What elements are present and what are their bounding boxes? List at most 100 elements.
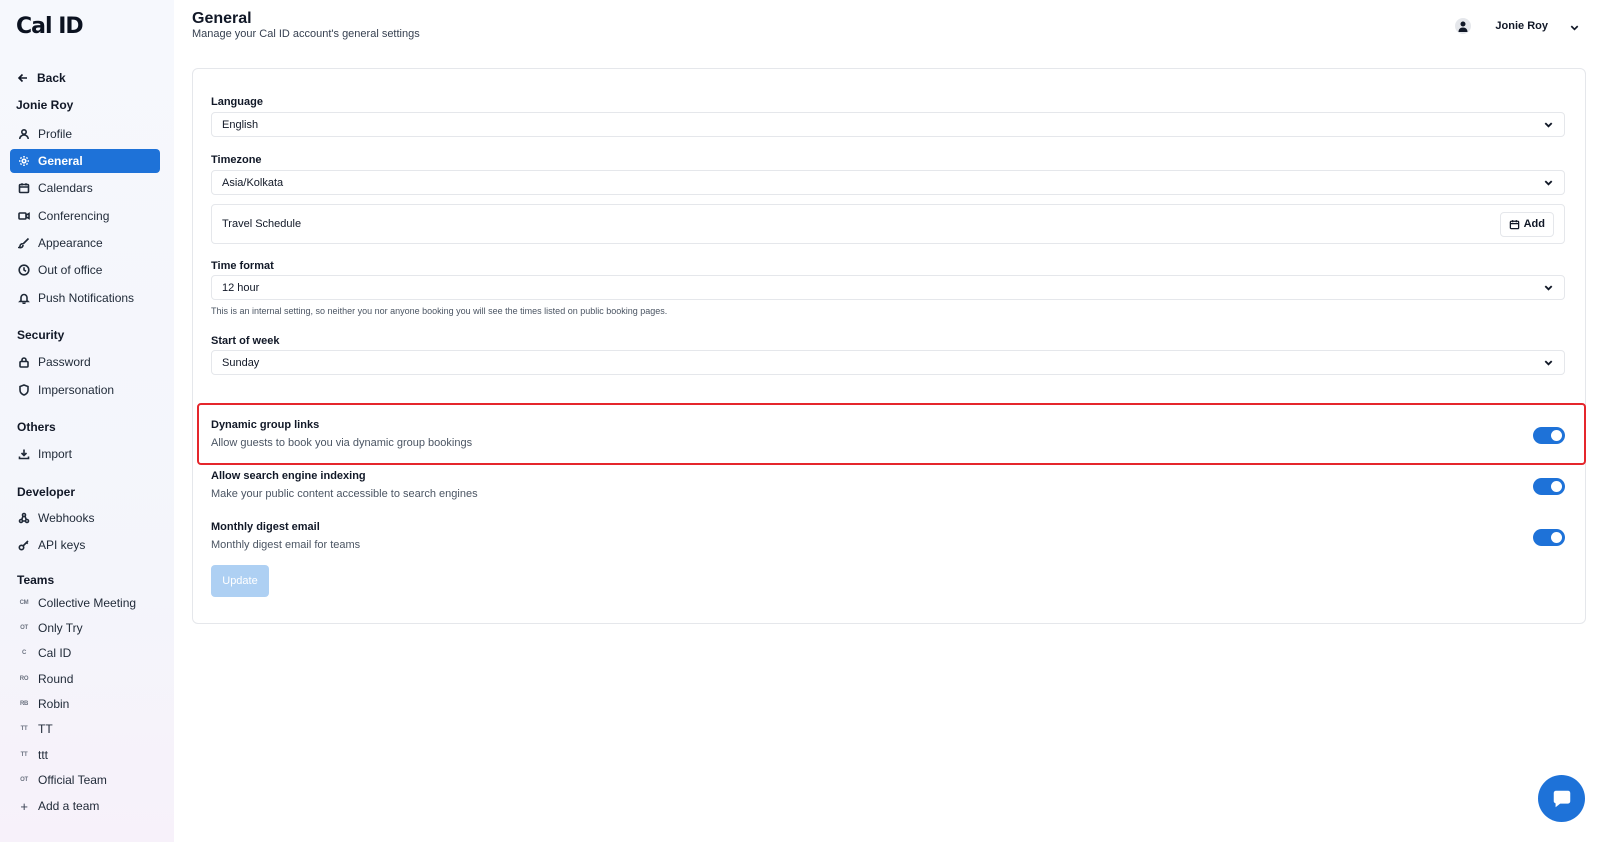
sidebar-team-ttt[interactable]: TT ttt: [10, 744, 160, 766]
chevron-down-icon: [1544, 360, 1553, 366]
sidebar-team-collective-meeting[interactable]: CM Collective Meeting: [10, 592, 160, 614]
toggle-description: Make your public content accessible to s…: [211, 488, 478, 500]
team-label: Only Try: [38, 621, 83, 635]
timezone-select[interactable]: Asia/Kolkata: [211, 170, 1565, 195]
team-badge: RO: [19, 676, 29, 682]
sidebar-item-label: Webhooks: [38, 511, 95, 525]
toggle-title: Allow search engine indexing: [211, 470, 366, 482]
chat-icon: [1553, 790, 1570, 807]
add-travel-schedule-button[interactable]: Add: [1499, 211, 1554, 237]
time-format-hint: This is an internal setting, so neither …: [211, 306, 668, 316]
travel-schedule-label: Travel Schedule: [222, 218, 302, 230]
avatar: [1455, 18, 1472, 34]
toggle-description: Allow guests to book you via dynamic gro…: [211, 437, 473, 449]
team-label: TT: [38, 722, 53, 736]
team-label: Round: [38, 672, 74, 686]
chevron-down-icon[interactable]: [1569, 20, 1580, 38]
team-label: Official Team: [38, 773, 107, 787]
language-label: Language: [211, 96, 263, 108]
start-of-week-select[interactable]: Sunday: [211, 350, 1565, 375]
sidebar-item-label: Appearance: [38, 236, 103, 250]
sidebar-item-label: General: [38, 154, 83, 168]
section-title-developer: Developer: [17, 485, 76, 499]
timezone-label: Timezone: [211, 154, 262, 166]
shield-icon: [18, 384, 30, 396]
back-button[interactable]: Back: [17, 71, 66, 85]
bell-icon: [18, 292, 30, 304]
sidebar-item-calendars[interactable]: Calendars: [10, 176, 160, 200]
language-select[interactable]: English: [211, 112, 1565, 137]
user-menu[interactable]: Jonie Roy: [1455, 18, 1548, 34]
user-avatar-icon: [1458, 21, 1468, 32]
add-team-button[interactable]: + Add a team: [10, 795, 160, 817]
sidebar-item-conferencing[interactable]: Conferencing: [10, 204, 160, 228]
sidebar-item-out-of-office[interactable]: Out of office: [10, 258, 160, 282]
arrow-left-icon: [17, 73, 27, 83]
start-of-week-value: Sunday: [222, 356, 260, 369]
chevron-down-icon: [1544, 180, 1553, 186]
user-menu-name: Jonie Roy: [1495, 20, 1548, 32]
toggle-description: Monthly digest email for teams: [211, 539, 361, 551]
sidebar-item-import[interactable]: Import: [10, 442, 160, 466]
section-title-security: Security: [17, 328, 65, 342]
sidebar-team-official-team[interactable]: OT Official Team: [10, 769, 160, 791]
sidebar-item-impersonation[interactable]: Impersonation: [10, 378, 160, 402]
sidebar-item-webhooks[interactable]: Webhooks: [10, 506, 160, 530]
sidebar-team-tt[interactable]: TT TT: [10, 718, 160, 740]
sidebar-item-api-keys[interactable]: API keys: [10, 533, 160, 557]
section-title-teams: Teams: [17, 573, 55, 587]
update-button[interactable]: Update: [211, 565, 269, 597]
back-label: Back: [37, 71, 66, 85]
time-format-value: 12 hour: [222, 281, 260, 294]
plus-icon: +: [20, 798, 28, 814]
toggle-title: Monthly digest email: [211, 521, 320, 533]
webhook-icon: [18, 512, 30, 524]
sidebar-item-label: Password: [38, 355, 91, 369]
team-label: Cal ID: [38, 646, 72, 660]
app-logo[interactable]: Cal ID: [16, 14, 84, 39]
sidebar-item-general[interactable]: General: [10, 149, 160, 173]
team-badge: OT: [20, 625, 28, 631]
calendar-icon: [18, 182, 30, 194]
monthly-digest-email-toggle[interactable]: [1533, 529, 1565, 546]
monthly-digest-email-row: Monthly digest email Monthly digest emai…: [211, 521, 1565, 561]
toggle-knob: [1551, 481, 1562, 492]
sidebar-team-only-try[interactable]: OT Only Try: [10, 617, 160, 639]
toggle-title: Dynamic group links: [211, 419, 320, 431]
page-title: General: [192, 10, 252, 27]
sidebar-item-profile[interactable]: Profile: [10, 122, 160, 146]
sidebar-item-label: Push Notifications: [38, 291, 135, 305]
dynamic-group-links-row: Dynamic group links Allow guests to book…: [211, 419, 1565, 459]
sidebar-user-name: Jonie Roy: [16, 98, 74, 112]
section-title-others: Others: [17, 420, 56, 434]
sidebar-item-password[interactable]: Password: [10, 350, 160, 374]
sidebar-item-label: Calendars: [38, 181, 93, 195]
sidebar-item-label: Impersonation: [38, 383, 115, 397]
time-format-select[interactable]: 12 hour: [211, 275, 1565, 300]
clock-icon: [18, 264, 30, 276]
toggle-knob: [1551, 532, 1562, 543]
team-badge: RB: [19, 701, 29, 707]
sidebar-team-round[interactable]: RO Round: [10, 668, 160, 690]
sidebar-item-label: Conferencing: [38, 209, 110, 223]
calendar-icon: [1509, 219, 1519, 229]
team-badge: C: [21, 650, 27, 656]
search-engine-indexing-row: Allow search engine indexing Make your p…: [211, 470, 1565, 510]
sidebar-item-push-notifications[interactable]: Push Notifications: [10, 286, 160, 310]
team-badge: CM: [19, 600, 29, 606]
start-of-week-label: Start of week: [211, 335, 280, 347]
download-icon: [18, 448, 30, 460]
travel-schedule-row: Travel Schedule Add: [211, 204, 1565, 244]
team-badge: TT: [20, 726, 28, 732]
page-subtitle: Manage your Cal ID account's general set…: [192, 28, 420, 40]
dynamic-group-links-toggle[interactable]: [1533, 427, 1565, 444]
paintbrush-icon: [18, 237, 30, 249]
user-icon: [18, 128, 30, 140]
sidebar-item-appearance[interactable]: Appearance: [10, 231, 160, 255]
sidebar-team-cal-id[interactable]: C Cal ID: [10, 642, 160, 664]
sidebar-item-label: Profile: [38, 127, 73, 141]
search-engine-indexing-toggle[interactable]: [1533, 478, 1565, 495]
chevron-down-icon: [1544, 285, 1553, 291]
chat-support-button[interactable]: [1538, 775, 1585, 822]
sidebar-team-robin[interactable]: RB Robin: [10, 693, 160, 715]
